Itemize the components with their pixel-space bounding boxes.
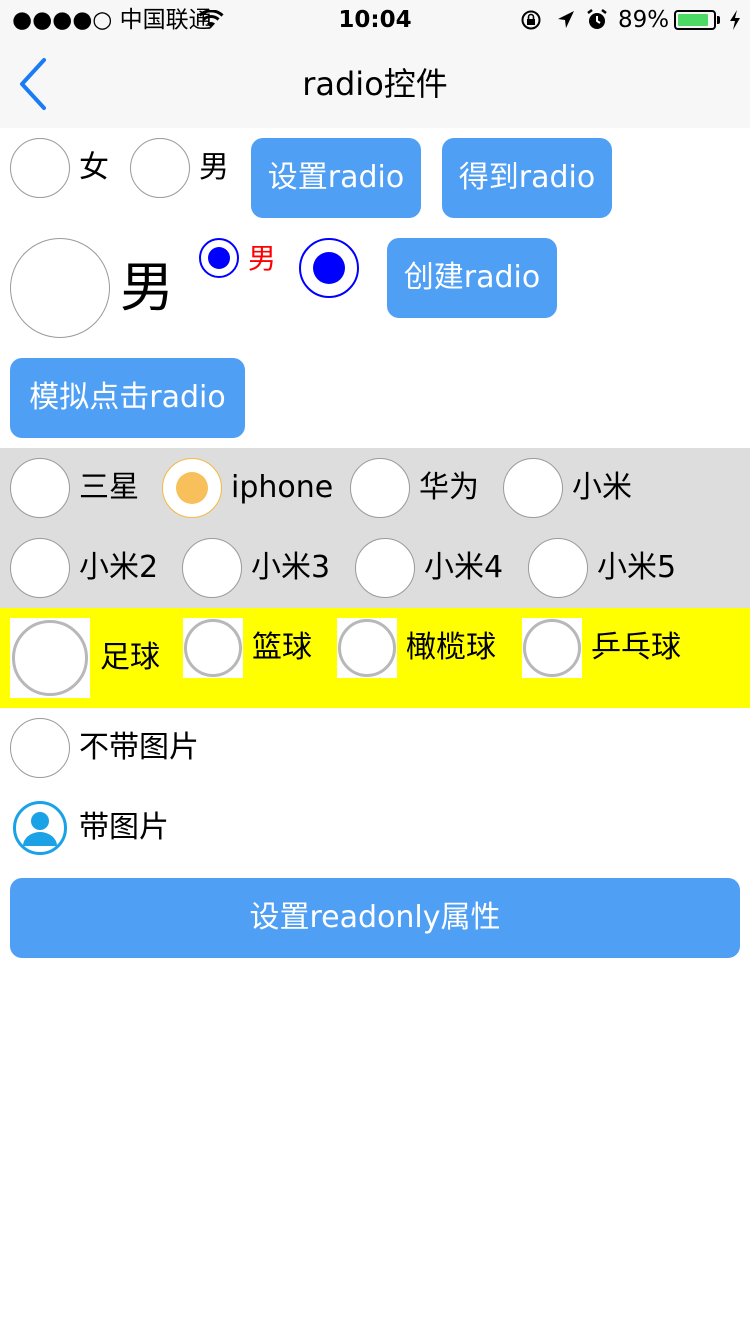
radio-phone-xiaomi3-label: 小米3 <box>251 550 331 585</box>
radio-phone-xiaomi3[interactable] <box>182 538 242 598</box>
radio-phone-xiaomi4[interactable] <box>355 538 415 598</box>
radio-male-label: 男 <box>199 150 229 185</box>
radio-phone-samsung-label: 三星 <box>79 470 139 505</box>
alarm-clock-icon <box>587 9 607 29</box>
battery-tip <box>717 16 720 24</box>
charging-bolt-icon <box>730 10 740 30</box>
radio-with-image-label: 带图片 <box>79 810 169 845</box>
radio-large-label: 男 <box>120 256 174 319</box>
radio-sport-pingpong[interactable] <box>522 618 582 678</box>
radio-sport-basketball-label: 篮球 <box>252 630 312 665</box>
radio-female-label: 女 <box>79 150 109 185</box>
radio-female[interactable] <box>10 138 70 198</box>
radio-sport-rugby-label: 橄榄球 <box>406 630 496 665</box>
set-radio-button[interactable]: 设置radio <box>251 138 421 218</box>
radio-blue-checked[interactable] <box>299 238 359 298</box>
radio-phone-huawei[interactable] <box>350 458 410 518</box>
radio-small-checked-label: 男 <box>248 242 277 275</box>
radio-phone-xiaomi[interactable] <box>503 458 563 518</box>
radio-ring-icon <box>184 619 242 677</box>
radio-phone-iphone[interactable] <box>162 458 222 518</box>
radio-sport-rugby[interactable] <box>337 618 397 678</box>
radio-phone-xiaomi4-label: 小米4 <box>424 550 504 585</box>
battery-icon <box>674 10 716 30</box>
radio-sport-football-label: 足球 <box>100 640 160 675</box>
radio-ring-icon <box>523 619 581 677</box>
set-readonly-button[interactable]: 设置readonly属性 <box>10 878 740 958</box>
radio-small-checked[interactable] <box>199 238 239 278</box>
radio-small-checked-dot <box>208 247 230 269</box>
get-radio-button[interactable]: 得到radio <box>442 138 612 218</box>
simulate-click-radio-button[interactable]: 模拟点击radio <box>10 358 245 438</box>
radio-ring-icon <box>338 619 396 677</box>
radio-phone-xiaomi2[interactable] <box>10 538 70 598</box>
radio-phone-iphone-dot <box>176 472 208 504</box>
radio-phone-samsung[interactable] <box>10 458 70 518</box>
radio-sport-football[interactable] <box>10 618 90 698</box>
battery-percent: 89% <box>618 7 670 33</box>
radio-phone-xiaomi-label: 小米 <box>572 470 632 505</box>
create-radio-button[interactable]: 创建radio <box>387 238 557 318</box>
radio-sport-basketball[interactable] <box>183 618 243 678</box>
radio-phone-huawei-label: 华为 <box>419 470 479 505</box>
radio-male[interactable] <box>130 138 190 198</box>
radio-phone-xiaomi5-label: 小米5 <box>597 550 677 585</box>
radio-large[interactable] <box>10 238 110 338</box>
radio-no-image[interactable] <box>10 718 70 778</box>
radio-ring-icon <box>12 620 88 696</box>
battery-level <box>678 14 708 26</box>
page-title: radio控件 <box>302 65 448 103</box>
radio-phone-xiaomi2-label: 小米2 <box>79 550 159 585</box>
location-arrow-icon <box>558 11 574 28</box>
radio-blue-checked-dot <box>313 252 345 284</box>
radio-phone-xiaomi5[interactable] <box>528 538 588 598</box>
radio-sport-pingpong-label: 乒乓球 <box>591 630 681 665</box>
radio-phone-iphone-label: iphone <box>231 470 334 505</box>
radio-with-image[interactable] <box>12 800 68 856</box>
rotation-lock-icon <box>521 10 541 30</box>
radio-no-image-label: 不带图片 <box>79 730 199 765</box>
